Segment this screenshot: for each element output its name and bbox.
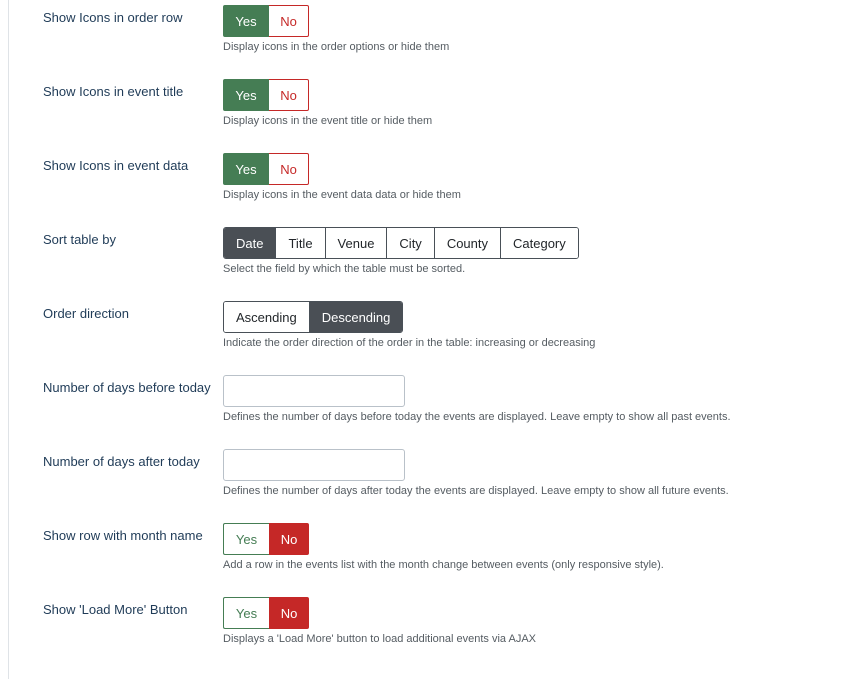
field-label: Show Icons in order row xyxy=(43,10,183,25)
yes-option[interactable]: Yes xyxy=(223,5,269,37)
sort-option-venue[interactable]: Venue xyxy=(324,228,387,258)
sort-option-category[interactable]: Category xyxy=(500,228,578,258)
yes-option[interactable]: Yes xyxy=(223,153,269,185)
field-help-text: Display icons in the event title or hide… xyxy=(223,115,433,127)
no-option[interactable]: No xyxy=(269,523,309,555)
no-option[interactable]: No xyxy=(269,597,309,629)
field-label: Show Icons in event data xyxy=(43,158,189,173)
no-option[interactable]: No xyxy=(269,153,309,185)
field-label: Number of days before today xyxy=(43,380,211,395)
field-help-text: Indicate the order direction of the orde… xyxy=(223,337,596,349)
icons-event-title-switcher: Yes No xyxy=(223,79,309,111)
field-row-sort-table: Sort table by Date Title Venue City Coun… xyxy=(9,222,851,296)
yes-option[interactable]: Yes xyxy=(223,523,269,555)
field-help-text: Defines the number of days after today t… xyxy=(223,485,729,497)
yes-option[interactable]: Yes xyxy=(223,79,269,111)
field-row-days-after: Number of days after today Defines the n… xyxy=(9,444,851,518)
field-help-text: Display icons in the order options or hi… xyxy=(223,41,450,53)
sort-option-date[interactable]: Date xyxy=(224,228,276,258)
field-row-month-name: Show row with month name Yes No Add a ro… xyxy=(9,518,851,592)
sort-option-city[interactable]: City xyxy=(386,228,434,258)
field-help-text: Select the field by which the table must… xyxy=(223,263,466,275)
field-help-text: Defines the number of days before today … xyxy=(223,411,731,423)
sort-option-title[interactable]: Title xyxy=(275,228,325,258)
field-row-order-direction: Order direction Ascending Descending Ind… xyxy=(9,296,851,370)
field-help-text: Add a row in the events list with the mo… xyxy=(223,559,664,571)
order-direction-button-group: Ascending Descending xyxy=(223,301,404,333)
field-row-icons-event-data: Show Icons in event data Yes No Display … xyxy=(9,148,851,222)
yes-option[interactable]: Yes xyxy=(223,597,269,629)
field-row-icons-event-title: Show Icons in event title Yes No Display… xyxy=(9,74,851,148)
load-more-switcher: Yes No xyxy=(223,597,309,629)
field-help-text: Displays a 'Load More' button to load ad… xyxy=(223,633,537,645)
icons-event-data-switcher: Yes No xyxy=(223,153,309,185)
days-before-input[interactable] xyxy=(223,375,405,407)
month-row-switcher: Yes No xyxy=(223,523,309,555)
field-label: Number of days after today xyxy=(43,454,200,469)
field-label: Sort table by xyxy=(43,232,116,247)
field-label: Show 'Load More' Button xyxy=(43,602,188,617)
days-after-input[interactable] xyxy=(223,449,405,481)
no-option[interactable]: No xyxy=(269,79,309,111)
order-option-ascending[interactable]: Ascending xyxy=(224,302,309,332)
field-row-icons-order-row: Show Icons in order row Yes No Display i… xyxy=(9,0,851,74)
field-row-load-more: Show 'Load More' Button Yes No Displays … xyxy=(9,592,851,666)
field-label: Order direction xyxy=(43,306,129,321)
field-label: Show row with month name xyxy=(43,528,203,543)
sort-table-button-group: Date Title Venue City County Category xyxy=(223,227,579,259)
field-help-text: Display icons in the event data data or … xyxy=(223,189,461,201)
order-option-descending[interactable]: Descending xyxy=(308,302,403,332)
no-option[interactable]: No xyxy=(269,5,309,37)
icons-order-row-switcher: Yes No xyxy=(223,5,309,37)
field-label: Show Icons in event title xyxy=(43,84,184,99)
settings-panel: Show Icons in order row Yes No Display i… xyxy=(8,0,851,679)
sort-option-county[interactable]: County xyxy=(433,228,501,258)
field-row-days-before: Number of days before today Defines the … xyxy=(9,370,851,444)
